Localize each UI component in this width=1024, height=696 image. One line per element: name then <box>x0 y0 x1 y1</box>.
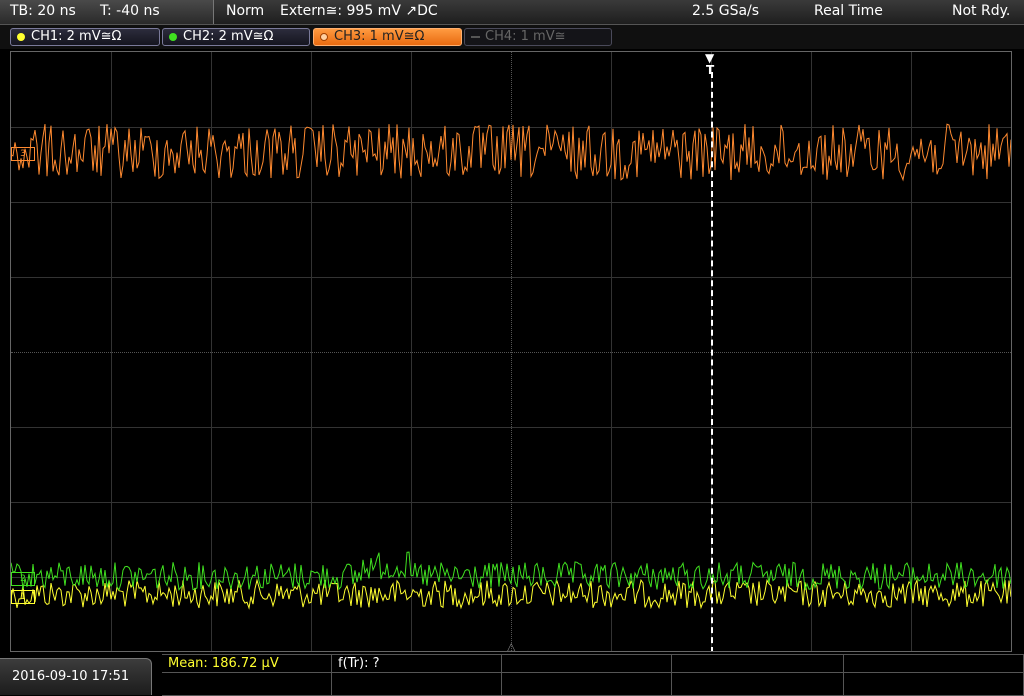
center-marker-icon: △ <box>507 640 516 652</box>
acquisition-mode: Real Time <box>814 3 883 19</box>
run-status: Not Rdy. <box>952 3 1011 19</box>
channel-3-button[interactable]: CH3: 1 mV≅Ω <box>313 28 462 46</box>
bottom-bar: 2016-09-10 17:51 Mean: 186.72 µV f(Tr): … <box>0 654 1024 696</box>
trigger-label: T <box>706 63 715 77</box>
date-time: 2016-09-10 17:51 <box>0 658 152 695</box>
channel-4-button[interactable]: CH4: 1 mV≅ <box>464 28 612 46</box>
channel-3-offset-marker[interactable]: 3 <box>11 147 35 161</box>
waveform-traces <box>11 123 1011 610</box>
trigger-info[interactable]: Norm Extern≅: 995 mV ↗DC 2.5 GSa/s Real … <box>216 0 1024 24</box>
trigger-arrow-icon[interactable]: ▼ <box>705 52 714 64</box>
measurement-cell <box>844 673 1024 696</box>
trigger-time-label: T: -40 ns <box>100 3 160 19</box>
channel-3-dot-icon <box>320 33 328 41</box>
measurement-cell <box>502 655 672 673</box>
sample-rate: 2.5 GSa/s <box>692 3 760 19</box>
channel-2-dot-icon <box>169 33 177 41</box>
channel-2-label: CH2: 2 mV≅Ω <box>183 29 274 44</box>
trigger-position-line[interactable] <box>711 72 713 651</box>
channel-1-offset-marker[interactable]: 1 <box>11 590 35 604</box>
timebase-box[interactable]: TB: 20 ns T: -40 ns <box>0 0 214 24</box>
trigger-mode: Norm <box>226 3 265 19</box>
channel-1-trace <box>11 578 1011 610</box>
channel-4-dash-icon <box>471 36 480 38</box>
measurement-panel[interactable]: Mean: 186.72 µV f(Tr): ? <box>162 654 1024 696</box>
channel-1-button[interactable]: CH1: 2 mV≅Ω <box>10 28 160 46</box>
measurement-cell <box>502 673 672 696</box>
trigger-source: Extern≅: 995 mV ↗DC <box>280 3 438 19</box>
measurement-cell <box>844 655 1024 673</box>
channel-4-label: CH4: 1 mV≅ <box>485 29 566 44</box>
channel-1-dot-icon <box>17 33 25 41</box>
channel-2-button[interactable]: CH2: 2 mV≅Ω <box>162 28 310 46</box>
mean-measurement: Mean: 186.72 µV <box>168 656 279 671</box>
measurement-cell <box>672 655 844 673</box>
channel-3-label: CH3: 1 mV≅Ω <box>334 29 425 44</box>
timebase-label: TB: 20 ns <box>10 3 76 19</box>
frequency-measurement: f(Tr): ? <box>338 656 380 671</box>
measurement-cell <box>332 673 502 696</box>
measurement-cell <box>672 673 844 696</box>
channel-3-trace <box>11 123 1011 182</box>
waveform-display[interactable]: ▼ T △ 3 2 1 <box>10 51 1012 652</box>
channel-2-trace <box>11 551 1011 592</box>
channel-bar: CH1: 2 mV≅Ω CH2: 2 mV≅Ω CH3: 1 mV≅Ω CH4:… <box>0 25 1024 49</box>
status-bar: TB: 20 ns T: -40 ns Norm Extern≅: 995 mV… <box>0 0 1024 25</box>
channel-2-offset-marker[interactable]: 2 <box>11 572 35 586</box>
channel-1-label: CH1: 2 mV≅Ω <box>31 29 122 44</box>
measurement-cell <box>162 673 332 696</box>
